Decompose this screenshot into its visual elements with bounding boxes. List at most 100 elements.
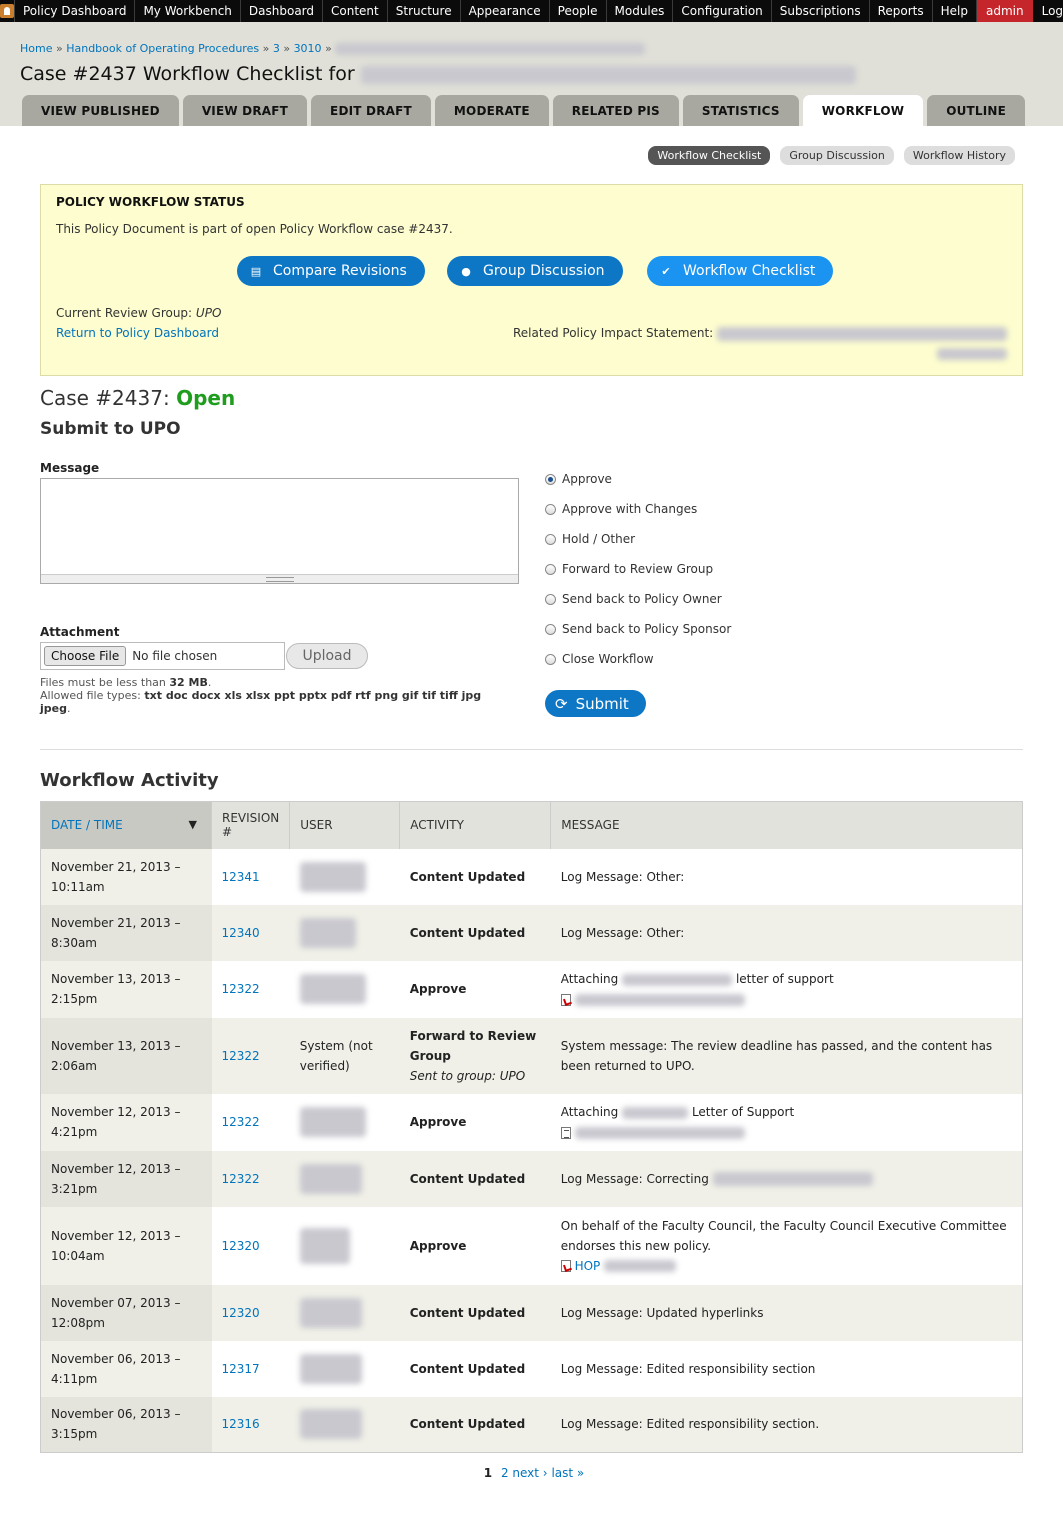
row-message: Log Message: Other: [560,869,685,884]
logout-link[interactable]: Log out [1033,0,1063,22]
redacted-link[interactable] [717,326,1008,341]
refresh-icon: ⟳ [555,694,568,713]
row-date: November 06, 2013 –4:11pm [40,1340,212,1397]
submit-button[interactable]: ⟳ Submit [545,690,646,717]
revision-link[interactable]: 12322 [222,1172,260,1186]
tab-moderate[interactable]: MODERATE [434,95,549,126]
radio[interactable] [545,623,556,635]
row-date: November 13, 2013 –2:06am [40,1017,212,1094]
revision-link[interactable]: 12341 [222,870,260,884]
option-hold-other[interactable]: Hold / Other [545,524,731,554]
toolbar-item-dashboard[interactable]: Dashboard [241,0,324,22]
revision-link[interactable]: 12340 [222,926,260,940]
text-file-icon [560,1126,571,1139]
message-textarea[interactable] [40,478,519,584]
row-activity: Content Updated [399,904,551,961]
toolbar-item-policy-dashboard[interactable]: Policy Dashboard [15,0,136,22]
subtab-workflow-history[interactable]: Workflow History [903,146,1015,165]
user-link[interactable] [299,1107,366,1137]
revision-link[interactable]: 12320 [222,1239,260,1253]
row-message: Log Message: Edited responsibility secti… [550,1396,1023,1453]
revision-link[interactable]: 12322 [222,1049,260,1063]
toolbar-item-configuration[interactable]: Configuration [673,0,772,22]
toolbar-item-help[interactable]: Help [933,0,977,22]
compare-revisions-button[interactable]: ▤ Compare Revisions [237,256,425,286]
user-link[interactable] [299,974,366,1004]
row-date: November 12, 2013 –10:04am [40,1206,212,1285]
tab-related-pis[interactable]: RELATED PIS [552,95,679,126]
user-link[interactable] [299,1297,362,1328]
radio[interactable] [545,503,556,515]
pager-next[interactable]: next › [512,1466,547,1480]
breadcrumb-handbook[interactable]: Handbook of Operating Procedures [66,42,259,55]
tab-edit-draft[interactable]: EDIT DRAFT [311,95,431,126]
breadcrumb-level[interactable]: 3 [273,42,280,55]
toolbar-item-modules[interactable]: Modules [607,0,674,22]
toolbar-item-subscriptions[interactable]: Subscriptions [772,0,870,22]
revision-link[interactable]: 12316 [222,1417,260,1431]
user-link[interactable] [299,1227,350,1264]
redacted-link[interactable] [937,348,1008,360]
row-date: November 12, 2013 –4:21pm [40,1093,212,1151]
pager-page-2[interactable]: 2 [501,1466,509,1480]
breadcrumb-home[interactable]: Home [20,42,52,55]
user-link[interactable] [299,1409,362,1440]
pager-last[interactable]: last » [551,1466,584,1480]
column-date-time[interactable]: DATE / TIME ▼ [40,801,212,849]
group-discussion-button[interactable]: ● Group Discussion [447,256,623,286]
option-close-workflow[interactable]: Close Workflow [545,644,731,674]
option-approve-with-changes[interactable]: Approve with Changes [545,494,731,524]
tab-view-published[interactable]: VIEW PUBLISHED [22,95,179,126]
user-link[interactable] [299,917,356,948]
radio[interactable] [545,593,556,605]
radio-selected[interactable] [545,473,556,485]
file-input[interactable]: Choose File No file chosen [40,642,285,670]
resize-grip[interactable] [41,574,518,583]
radio[interactable] [545,533,556,545]
option-forward-review-group[interactable]: Forward to Review Group [545,554,731,584]
workflow-checklist-button[interactable]: ✔ Workflow Checklist [647,256,834,286]
revision-link[interactable]: 12320 [222,1306,260,1320]
tab-workflow[interactable]: WORKFLOW [802,95,924,126]
column-message: MESSAGE [550,801,1023,849]
revision-link[interactable]: 12317 [222,1362,260,1376]
tab-view-draft[interactable]: VIEW DRAFT [182,95,308,126]
toolbar-item-my-workbench[interactable]: My Workbench [135,0,241,22]
home-icon[interactable] [0,0,15,22]
toolbar-item-structure[interactable]: Structure [388,0,461,22]
choose-file-button[interactable]: Choose File [44,646,127,666]
revision-link[interactable]: 12322 [222,1115,260,1129]
table-row: November 07, 2013 –12:08pm 12320 Content… [40,1284,1023,1341]
option-send-back-sponsor[interactable]: Send back to Policy Sponsor [545,614,731,644]
divider [40,749,1023,750]
admin-toolbar: Policy Dashboard My Workbench Dashboard … [0,0,1063,22]
tab-outline[interactable]: OUTLINE [927,95,1026,126]
tab-statistics[interactable]: STATISTICS [682,95,799,126]
attachment-link[interactable] [574,1126,745,1139]
row-message: Log Message: Other: [550,904,1023,961]
user-account-link[interactable]: admin [977,0,1033,22]
row-message: Attaching Letter of Support [551,1094,1023,1151]
toolbar-item-reports[interactable]: Reports [870,0,933,22]
toolbar-item-appearance[interactable]: Appearance [461,0,550,22]
breadcrumb-number[interactable]: 3010 [294,42,322,55]
option-approve[interactable]: Approve [545,464,731,494]
user-link[interactable] [299,1163,362,1194]
row-activity: Content Updated [409,869,526,884]
subtab-workflow-checklist[interactable]: Workflow Checklist [648,146,771,165]
return-to-dashboard-link[interactable]: Return to Policy Dashboard [56,326,219,340]
workflow-action-options: Approve Approve with Changes Hold / Othe… [545,464,731,674]
revision-link[interactable]: 12322 [222,982,260,996]
subtab-group-discussion[interactable]: Group Discussion [780,146,894,165]
radio[interactable] [545,563,556,575]
toolbar-item-content[interactable]: Content [323,0,388,22]
user-link[interactable] [299,861,366,892]
radio[interactable] [545,653,556,665]
attachment-link[interactable]: HOP [575,1259,601,1273]
sort-desc-icon[interactable]: ▼ [189,818,197,831]
option-send-back-owner[interactable]: Send back to Policy Owner [545,584,731,614]
attachment-link[interactable] [574,993,745,1006]
upload-button[interactable]: Upload [286,643,368,669]
toolbar-item-people[interactable]: People [550,0,607,22]
user-link[interactable] [299,1353,362,1384]
